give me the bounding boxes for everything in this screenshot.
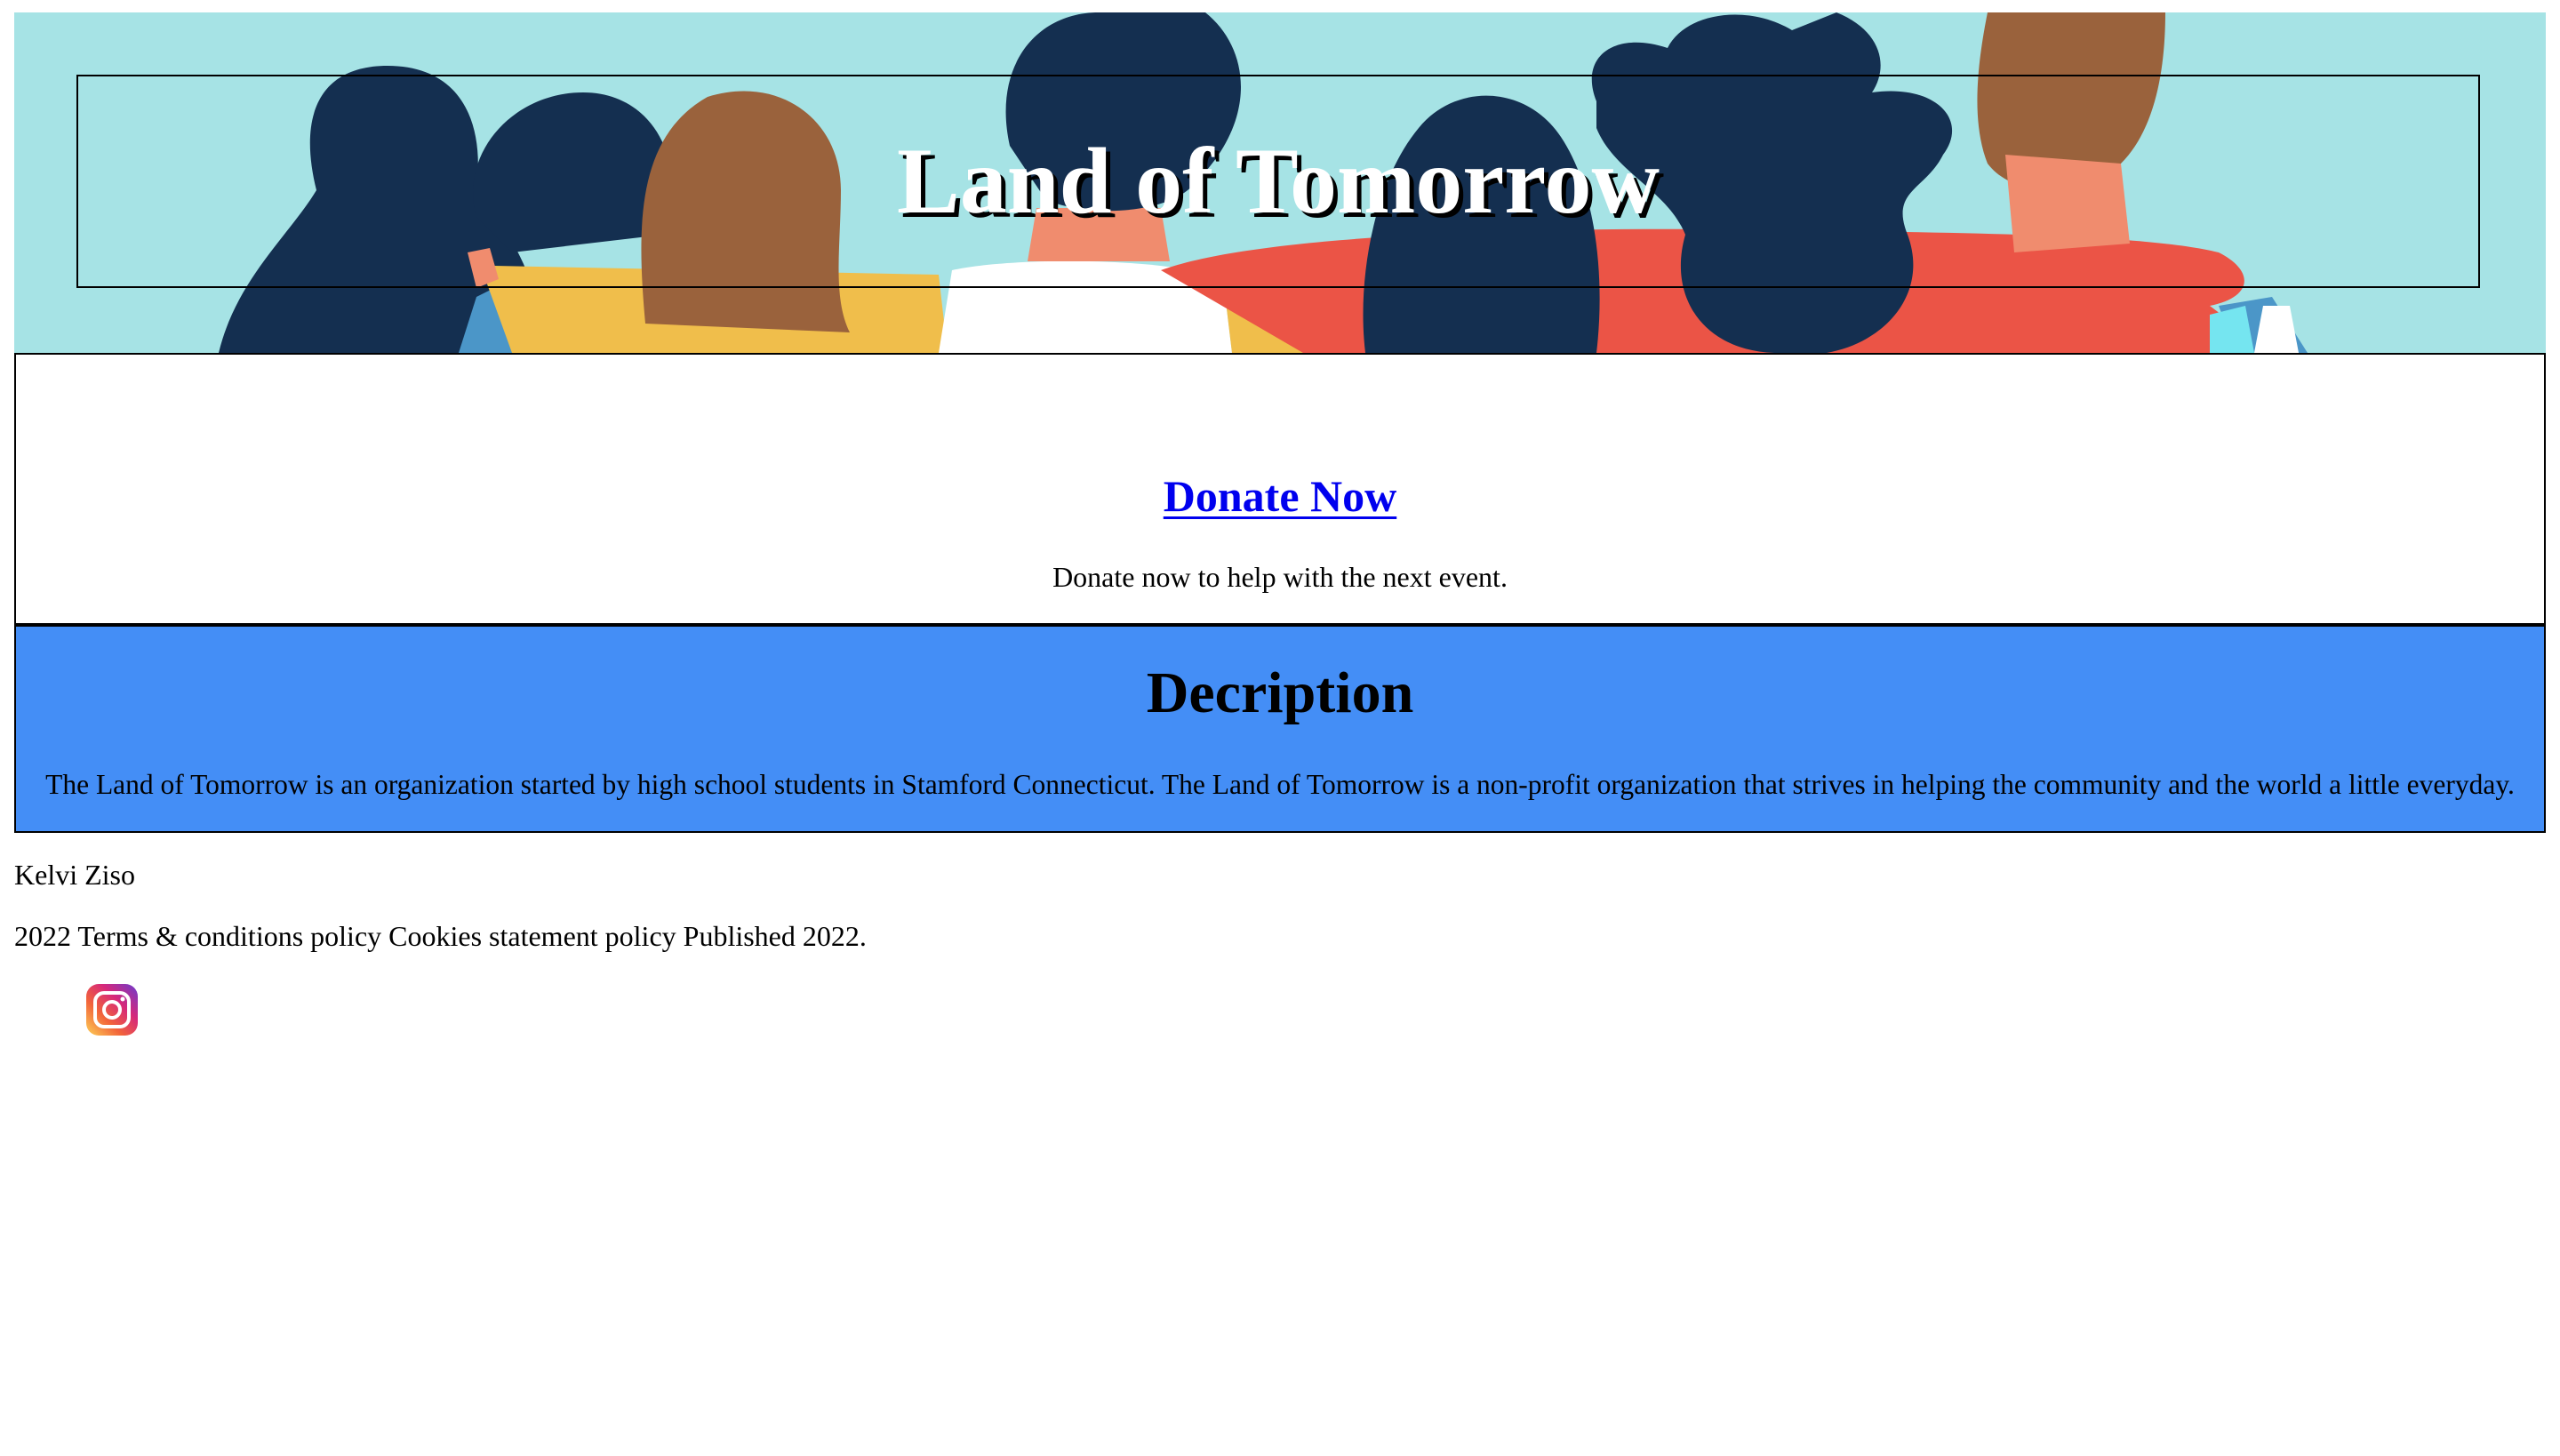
footer-legal-text: 2022 Terms & conditions policy Cookies s… [14, 920, 867, 952]
instagram-glyph [86, 984, 138, 1036]
hero-banner: Land of Tomorrow [14, 12, 2546, 353]
title-box: Land of Tomorrow [76, 75, 2480, 288]
instagram-icon[interactable] [85, 983, 139, 1036]
description-heading: Decription [1146, 660, 1414, 725]
description-section: Decription The Land of Tomorrow is an or… [14, 624, 2546, 833]
footer-author: Kelvi Ziso [14, 859, 135, 891]
site-title: Land of Tomorrow [897, 129, 1660, 233]
donate-section: Donate Now Donate now to help with the n… [14, 353, 2546, 625]
description-text: The Land of Tomorrow is an organization … [45, 769, 2515, 800]
donate-text: Donate now to help with the next event. [1052, 561, 1508, 593]
donate-now-link[interactable]: Donate Now [16, 470, 2544, 522]
